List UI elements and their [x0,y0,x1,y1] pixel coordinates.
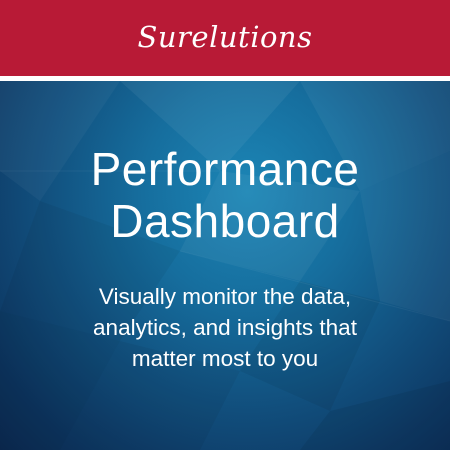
title-line-2: Dashboard [110,195,340,247]
hero-text: Performance Dashboard Visually monitor t… [0,81,450,450]
tagline-line-2: analytics, and insights that [93,315,357,340]
promo-card: Surelutions Performance Dashboard Visual… [0,0,450,450]
hero-panel: Performance Dashboard Visually monitor t… [0,81,450,450]
page-title: Performance Dashboard [0,143,450,247]
brand-logo: Surelutions [137,19,313,54]
tagline-line-3: matter most to you [131,346,319,371]
tagline: Visually monitor the data, analytics, an… [0,281,450,374]
title-line-1: Performance [90,143,360,195]
brand-header: Surelutions [0,0,450,76]
tagline-line-1: Visually monitor the data, [98,284,352,309]
